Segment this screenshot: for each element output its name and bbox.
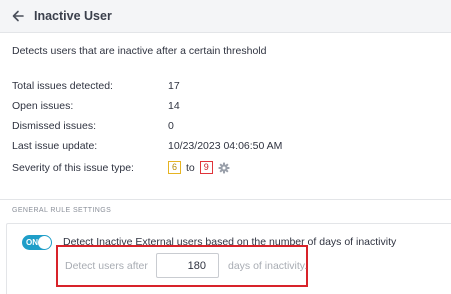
stat-total-issues: Total issues detected: 17 xyxy=(12,80,442,94)
page-title: Inactive User xyxy=(34,9,112,23)
severity-min-badge: 6 xyxy=(168,161,182,174)
days-threshold-input[interactable] xyxy=(156,253,219,278)
rule-enabled-toggle[interactable]: ON xyxy=(22,235,52,250)
section-title: GENERAL RULE SETTINGS xyxy=(12,207,112,214)
stat-label: Open issues: xyxy=(12,100,74,112)
days-suffix-label: days of inactivity. xyxy=(228,260,308,272)
toggle-label: ON xyxy=(26,238,38,247)
stat-severity: Severity of this issue type: 6 to 9 xyxy=(12,161,442,176)
severity-to-text: to xyxy=(186,161,195,174)
arrow-left-icon[interactable] xyxy=(10,8,26,24)
rule-description: Detects users that are inactive after a … xyxy=(12,45,267,57)
toggle-knob xyxy=(38,236,51,249)
stat-label: Dismissed issues: xyxy=(12,120,97,132)
stat-label: Total issues detected: xyxy=(12,80,113,92)
severity-range: 6 to 9 xyxy=(168,161,230,174)
stat-open-issues: Open issues: 14 xyxy=(12,100,442,114)
stat-value: 0 xyxy=(168,120,174,132)
stat-value: 17 xyxy=(168,80,180,92)
severity-max-badge: 9 xyxy=(199,161,213,174)
stat-last-update: Last issue update: 10/23/2023 04:06:50 A… xyxy=(12,140,442,154)
stat-value: 10/23/2023 04:06:50 AM xyxy=(168,140,283,152)
stat-label: Last issue update: xyxy=(12,140,98,152)
page-header: Inactive User xyxy=(0,0,451,33)
gear-icon[interactable] xyxy=(218,162,230,174)
detect-after-label: Detect users after xyxy=(65,260,148,272)
stat-value: 14 xyxy=(168,100,180,112)
section-divider xyxy=(0,199,451,200)
stat-dismissed-issues: Dismissed issues: 0 xyxy=(12,120,442,134)
stat-label: Severity of this issue type: xyxy=(12,162,134,174)
